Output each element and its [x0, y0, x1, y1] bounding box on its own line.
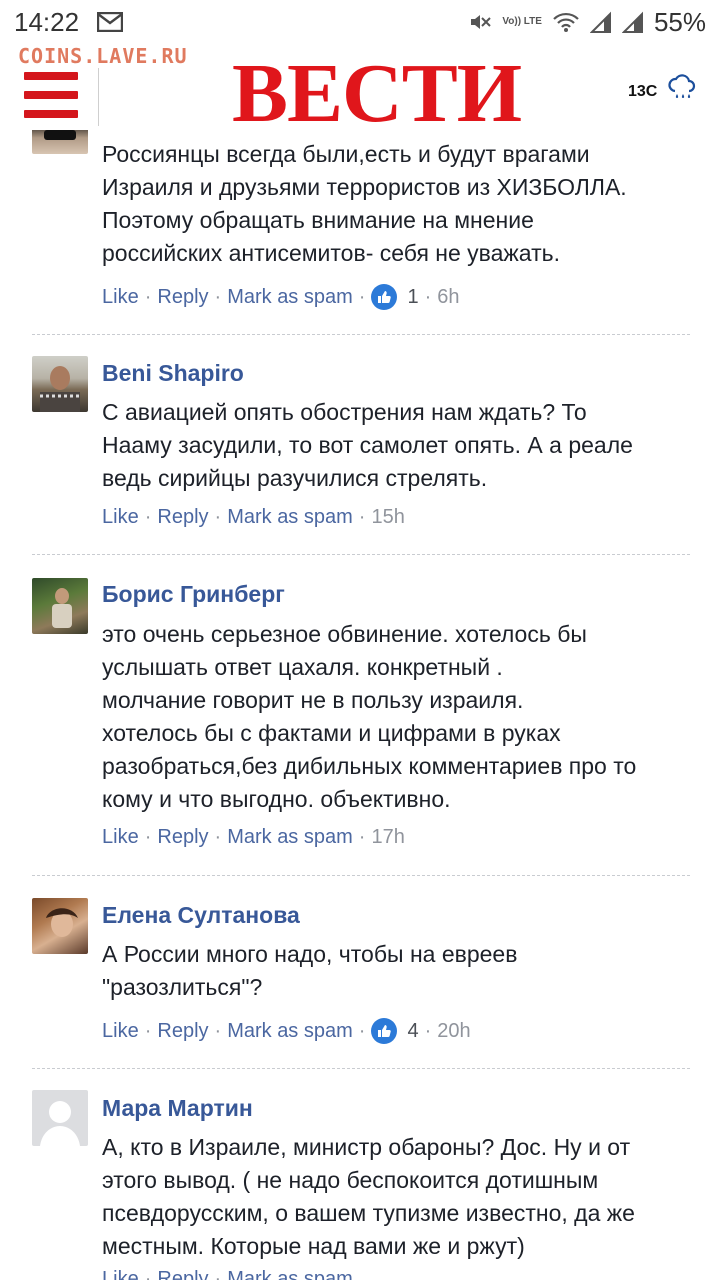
hamburger-menu-icon[interactable]: [24, 72, 78, 118]
comment-author[interactable]: Борис Гринберг: [102, 581, 285, 608]
comment-divider: [32, 554, 690, 555]
comment-actions: Like · Reply · Mark as spam · 17h: [102, 826, 405, 849]
default-avatar-icon[interactable]: [32, 1090, 88, 1146]
like-link[interactable]: Like: [102, 1020, 139, 1043]
weather-widget[interactable]: 13C: [628, 74, 697, 109]
like-link[interactable]: Like: [102, 1268, 139, 1280]
comment-time[interactable]: 20h: [437, 1020, 470, 1043]
mark-as-spam-link[interactable]: Mark as spam: [227, 506, 353, 529]
weather-temperature: 13C: [628, 82, 658, 100]
site-logo[interactable]: ВЕСТИ: [232, 52, 522, 136]
mark-as-spam-link[interactable]: Mark as spam: [227, 1020, 353, 1043]
comment-actions: Like · Reply · Mark as spam · 4 · 20h: [102, 1018, 471, 1044]
comment-author[interactable]: Beni Shapiro: [102, 360, 244, 387]
mark-as-spam-link[interactable]: Mark as spam: [227, 286, 353, 309]
comment-body: А, кто в Израиле, министр обароны? Дос. …: [102, 1134, 635, 1259]
avatar[interactable]: [32, 578, 88, 634]
like-link[interactable]: Like: [102, 506, 139, 529]
comment-actions: Like · Reply · Mark as spam · 15h: [102, 506, 405, 529]
reply-link[interactable]: Reply: [157, 826, 208, 849]
watermark: COINS.LAVE.RU: [18, 44, 188, 68]
comment-divider: [32, 334, 690, 335]
comment-time[interactable]: 15h: [371, 506, 404, 529]
like-count[interactable]: 1: [371, 284, 419, 310]
reply-link[interactable]: Reply: [157, 1020, 208, 1043]
comment-time[interactable]: 6h: [437, 286, 459, 309]
signal-icon: [621, 11, 644, 33]
comment-author[interactable]: Елена Султанова: [102, 902, 300, 929]
mark-as-spam-link[interactable]: Mark as spam: [227, 826, 353, 849]
like-count[interactable]: 4: [371, 1018, 419, 1044]
comment-body: Россиянцы всегда были,есть и будут врага…: [102, 141, 627, 266]
comment-body: А России много надо, чтобы на евреев "ра…: [102, 941, 518, 1000]
mute-icon: [468, 10, 492, 34]
comment-actions: Like · Reply · Mark as spam · 1 · 6h: [102, 284, 460, 310]
signal-icon: [589, 11, 612, 33]
header-divider: [98, 68, 99, 126]
comment-actions: Like · Reply · Mark as spam: [102, 1268, 353, 1280]
comment-time[interactable]: 17h: [371, 826, 404, 849]
reply-link[interactable]: Reply: [157, 1268, 208, 1280]
wifi-icon: [552, 11, 580, 33]
mail-icon: [97, 12, 124, 32]
rain-cloud-icon: [667, 74, 697, 109]
status-bar: 14:22 Vo)) LTE 55%: [0, 0, 720, 44]
mark-as-spam-link[interactable]: Mark as spam: [227, 1268, 353, 1280]
thumbs-up-icon: [371, 284, 398, 310]
avatar[interactable]: [32, 898, 88, 954]
status-time: 14:22: [14, 6, 80, 37]
comment-body: это очень серьезное обвинение. хотелось …: [102, 621, 637, 812]
comment-divider: [32, 875, 690, 876]
avatar[interactable]: [32, 356, 88, 412]
battery-percent: 55%: [653, 6, 706, 37]
volte-icon: Vo)) LTE: [502, 16, 542, 27]
reply-link[interactable]: Reply: [157, 506, 208, 529]
comment-divider: [32, 1068, 690, 1069]
thumbs-up-icon: [371, 1018, 398, 1044]
comment-body: С авиацией опять обострения нам ждать? Т…: [102, 399, 633, 491]
reply-link[interactable]: Reply: [157, 286, 208, 309]
like-link[interactable]: Like: [102, 826, 139, 849]
comment-author[interactable]: Мара Мартин: [102, 1095, 253, 1122]
like-link[interactable]: Like: [102, 286, 139, 309]
